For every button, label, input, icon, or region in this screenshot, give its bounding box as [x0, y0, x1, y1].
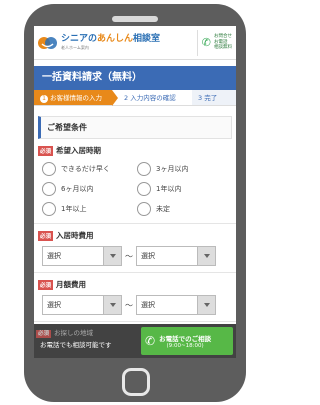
chevron-down-icon	[197, 296, 215, 314]
section-title: ご希望条件	[38, 116, 232, 139]
monthly-cost-to-select[interactable]: 選択	[136, 295, 216, 315]
step-1-active: 1 お客様情報の入力	[34, 90, 118, 106]
required-badge: 必須	[38, 279, 54, 290]
move-in-radio-group: できるだけ早く 3ヶ月以内 6ヶ月以内 1年以内 1年以上 未定	[38, 161, 232, 217]
phone-consult-button[interactable]: ✆ お電話でのご相談 (9:00~18:00)	[141, 327, 233, 355]
radio-undecided[interactable]: 未定	[137, 201, 232, 217]
call-button-label: お電話でのご相談	[159, 335, 212, 343]
logo-icon	[38, 36, 57, 49]
radio-asap[interactable]: できるだけ早く	[42, 161, 137, 177]
screen: シニアのあんしん相談室 老人ホーム案内 ✆ お問合せ お電話 相談無料 一括資料…	[34, 26, 236, 358]
field-label: 入居時費用	[56, 231, 94, 240]
sticky-footer: 必須 お探しの地域 お電話でも相談可能です ✆ お電話でのご相談 (9:00~18…	[34, 324, 236, 358]
phone-icon: ✆	[145, 334, 156, 348]
site-logo[interactable]: シニアのあんしん相談室 老人ホーム案内	[38, 35, 197, 51]
logo-title: シニアのあんしん相談室	[61, 34, 161, 44]
required-badge: 必須	[38, 230, 54, 241]
monthly-cost-field: 必須 月額費用 選択 〜 選択	[34, 273, 236, 322]
radio-6-months[interactable]: 6ヶ月以内	[42, 181, 137, 197]
home-button[interactable]	[122, 368, 150, 396]
entry-cost-to-select[interactable]: 選択	[136, 246, 216, 266]
move-in-timing-field: 必須 希望入居時期 できるだけ早く 3ヶ月以内 6ヶ月以内 1年以内 1年以上 未…	[34, 139, 236, 224]
radio-1-year[interactable]: 1年以内	[137, 181, 232, 197]
form-title: 一括資料請求（無料）	[34, 66, 236, 90]
chevron-down-icon	[103, 296, 121, 314]
radio-circle[interactable]	[42, 202, 56, 216]
radio-circle[interactable]	[137, 162, 151, 176]
site-header: シニアのあんしん相談室 老人ホーム案内 ✆ お問合せ お電話 相談無料	[34, 26, 236, 60]
phone-speaker	[112, 16, 158, 22]
chevron-down-icon	[103, 247, 121, 265]
radio-circle[interactable]	[137, 202, 151, 216]
logo-subtitle: 老人ホーム案内	[61, 45, 89, 50]
radio-over-1-year[interactable]: 1年以上	[42, 201, 137, 217]
contact-line: 相談無料	[214, 45, 232, 51]
phone-icon: ✆	[201, 36, 211, 49]
contact-line: お問合せ	[214, 33, 232, 39]
radio-circle[interactable]	[42, 182, 56, 196]
entry-cost-field: 必須 入居時費用 選択 〜 選択	[34, 224, 236, 273]
obscured-field-label: 必須 お探しの地域	[36, 329, 94, 338]
monthly-cost-from-select[interactable]: 選択	[42, 295, 122, 315]
range-separator: 〜	[125, 251, 133, 261]
radio-3-months[interactable]: 3ヶ月以内	[137, 161, 232, 177]
step-indicator: 1 お客様情報の入力 2 入力内容の確認 3 完了	[34, 90, 236, 106]
field-label: 希望入居時期	[56, 146, 102, 155]
step-2: 2 入力内容の確認	[124, 94, 176, 102]
step-3: 3 完了	[192, 90, 236, 105]
call-hours: (9:00~18:00)	[166, 343, 204, 349]
radio-circle[interactable]	[137, 182, 151, 196]
phone-frame: シニアのあんしん相談室 老人ホーム案内 ✆ お問合せ お電話 相談無料 一括資料…	[24, 4, 246, 402]
radio-circle[interactable]	[42, 162, 56, 176]
entry-cost-from-select[interactable]: 選択	[42, 246, 122, 266]
footer-message: お電話でも相談可能です	[40, 341, 112, 349]
range-separator: 〜	[125, 300, 133, 310]
header-phone-contact[interactable]: ✆ お問合せ お電話 相談無料	[196, 29, 232, 56]
field-label: 月額費用	[56, 280, 87, 289]
required-badge: 必須	[38, 145, 54, 156]
chevron-down-icon	[197, 247, 215, 265]
